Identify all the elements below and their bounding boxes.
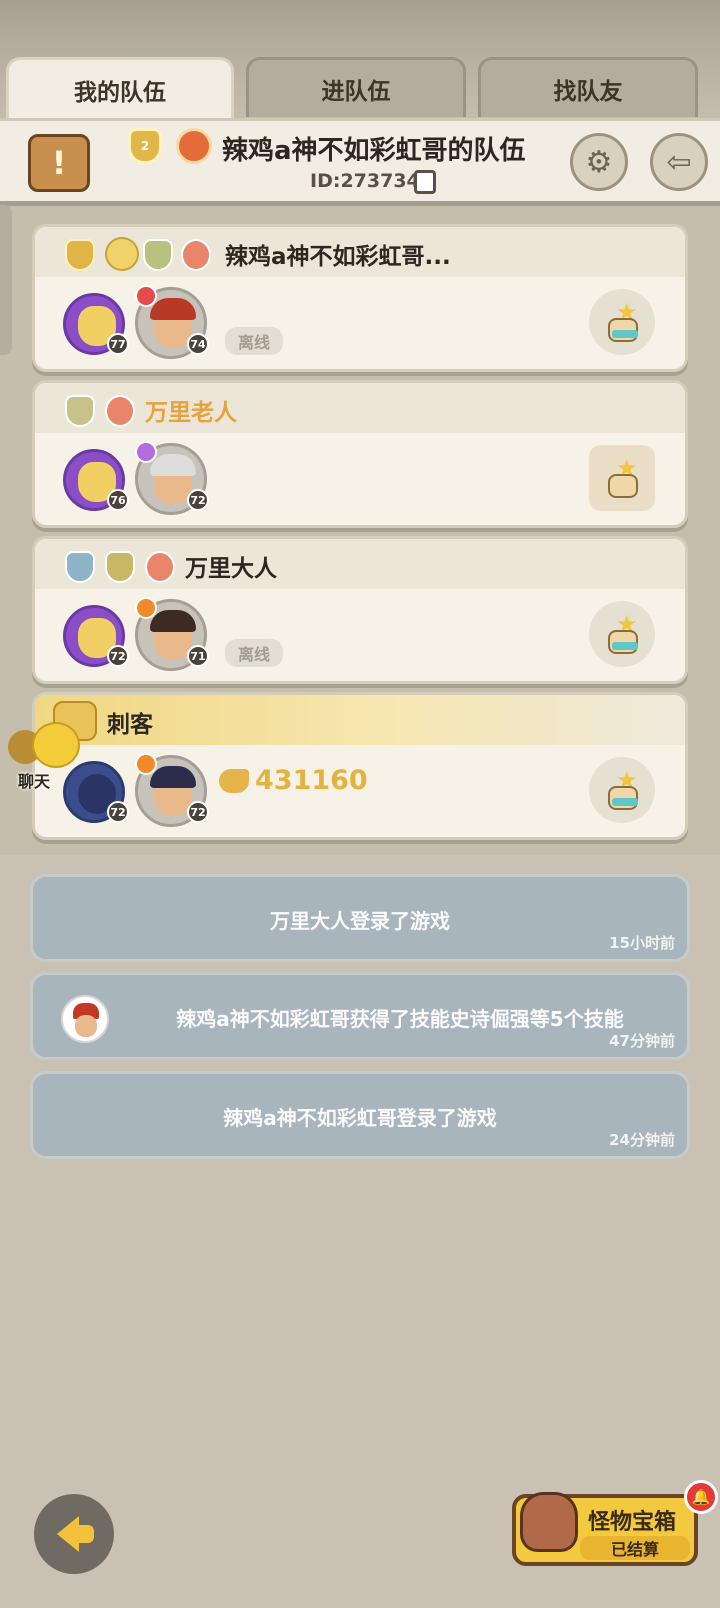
chat-label: 聊天 bbox=[18, 772, 51, 791]
thumbs-star-icon: ★ bbox=[602, 300, 642, 344]
shield-icon bbox=[65, 551, 95, 583]
leave-team-button[interactable]: ⇦ bbox=[650, 133, 708, 191]
rank-badge-icon bbox=[65, 395, 95, 427]
tab-bar: 我的队伍 进队伍 找队友 bbox=[6, 57, 714, 121]
log-time: 47分钟前 bbox=[609, 1032, 675, 1050]
thumbs-star-icon: ★ bbox=[602, 612, 642, 656]
member-name: 万里大人 bbox=[185, 556, 277, 582]
back-arrow-tail bbox=[72, 1525, 94, 1543]
log-time: 15小时前 bbox=[609, 934, 675, 952]
hero-hair bbox=[150, 454, 196, 476]
activity-log-item: 辣鸡a神不如彩虹哥登录了游戏 24分钟前 bbox=[30, 1071, 690, 1159]
pet-level: 72 bbox=[107, 645, 129, 667]
muscle-icon bbox=[219, 768, 249, 793]
scroll-handle[interactable] bbox=[0, 205, 12, 355]
tab-join-team[interactable]: 进队伍 bbox=[246, 57, 466, 117]
like-button[interactable]: ★ bbox=[589, 445, 655, 511]
log-time: 24分钟前 bbox=[609, 1131, 675, 1149]
rank-badge-icon bbox=[105, 551, 135, 583]
tab-join-team-label: 进队伍 bbox=[321, 78, 391, 105]
hero-level: 74 bbox=[187, 333, 209, 355]
tab-my-team[interactable]: 我的队伍 bbox=[6, 57, 234, 119]
smiley-icon bbox=[32, 722, 80, 768]
like-button[interactable]: ★ bbox=[589, 601, 655, 667]
back-button[interactable] bbox=[34, 1494, 114, 1574]
chest-status: 已结算 bbox=[580, 1536, 690, 1560]
like-button[interactable]: ★ bbox=[589, 757, 655, 823]
log-message: 辣鸡a神不如彩虹哥获得了技能史诗倔强等5个技能 bbox=[176, 1007, 624, 1031]
thumbs-star-icon: ★ bbox=[602, 768, 642, 812]
member-card-self[interactable]: 刺客 72 72 431160 ★ bbox=[32, 692, 688, 840]
chest-title: 怪物宝箱 bbox=[588, 1510, 677, 1535]
combat-power-value: 431160 bbox=[255, 765, 368, 796]
rank-badge-icon bbox=[143, 239, 173, 271]
tab-find-teammate-label: 找队友 bbox=[553, 78, 623, 105]
hero-hair bbox=[150, 298, 196, 320]
pet-level: 76 bbox=[107, 489, 129, 511]
hero-hair bbox=[150, 610, 196, 632]
member-card[interactable]: 辣鸡a神不如彩虹哥... 77 74 离线 ★ bbox=[32, 224, 688, 372]
element-icon bbox=[135, 753, 157, 775]
log-message: 辣鸡a神不如彩虹哥登录了游戏 bbox=[223, 1106, 497, 1130]
tab-find-teammate[interactable]: 找队友 bbox=[478, 57, 698, 117]
team-badge-level: 2 bbox=[140, 139, 150, 153]
element-icon bbox=[135, 597, 157, 619]
gear-icon: ⚙ bbox=[585, 144, 613, 180]
status-badge: 离线 bbox=[225, 639, 283, 667]
thumbs-star-icon: ★ bbox=[602, 456, 642, 500]
member-name: 刺客 bbox=[107, 712, 153, 738]
member-name: 万里老人 bbox=[145, 400, 237, 426]
shield-icon bbox=[65, 239, 95, 271]
pet-level: 72 bbox=[107, 801, 129, 823]
hero-level: 71 bbox=[187, 645, 209, 667]
combat-power: 431160 bbox=[219, 765, 368, 796]
tab-my-team-label: 我的队伍 bbox=[74, 79, 166, 106]
settings-button[interactable]: ⚙ bbox=[570, 133, 628, 191]
copy-id-icon[interactable] bbox=[414, 170, 436, 194]
chat-button[interactable]: 聊天 bbox=[8, 722, 82, 791]
log-message: 万里大人登录了游戏 bbox=[270, 909, 450, 933]
monster-chest-button[interactable]: 怪物宝箱 已结算 bbox=[512, 1492, 698, 1566]
exit-icon: ⇦ bbox=[666, 144, 692, 180]
emblem-badge-icon bbox=[145, 551, 175, 583]
member-name: 辣鸡a神不如彩虹哥... bbox=[225, 244, 451, 270]
member-card[interactable]: 万里老人 76 72 ★ bbox=[32, 380, 688, 528]
emblem-badge-icon bbox=[105, 395, 135, 427]
boar-icon bbox=[520, 1492, 578, 1552]
element-icon bbox=[135, 285, 157, 307]
exclamation-icon: ! bbox=[51, 144, 67, 182]
status-badge: 离线 bbox=[225, 327, 283, 355]
hero-level: 72 bbox=[187, 801, 209, 823]
hero-level: 72 bbox=[187, 489, 209, 511]
team-emblem-icon bbox=[176, 128, 212, 164]
team-title: 辣鸡a神不如彩虹哥的队伍 bbox=[222, 136, 526, 166]
element-icon bbox=[135, 441, 157, 463]
member-card[interactable]: 万里大人 72 71 离线 ★ bbox=[32, 536, 688, 684]
pet-face-icon bbox=[105, 237, 139, 271]
emblem-badge-icon bbox=[181, 239, 211, 271]
like-button[interactable]: ★ bbox=[589, 289, 655, 355]
activity-log-item: 辣鸡a神不如彩虹哥获得了技能史诗倔强等5个技能 47分钟前 bbox=[30, 972, 690, 1060]
bell-icon[interactable]: 🔔 bbox=[684, 1480, 718, 1514]
hero-hair bbox=[150, 766, 196, 788]
pet-level: 77 bbox=[107, 333, 129, 355]
team-id: ID:273734 bbox=[310, 170, 420, 192]
team-rank-badge-icon: 2 bbox=[128, 128, 162, 164]
team-notice-button[interactable]: ! bbox=[28, 134, 90, 192]
activity-log-item: 万里大人登录了游戏 15小时前 bbox=[30, 874, 690, 962]
